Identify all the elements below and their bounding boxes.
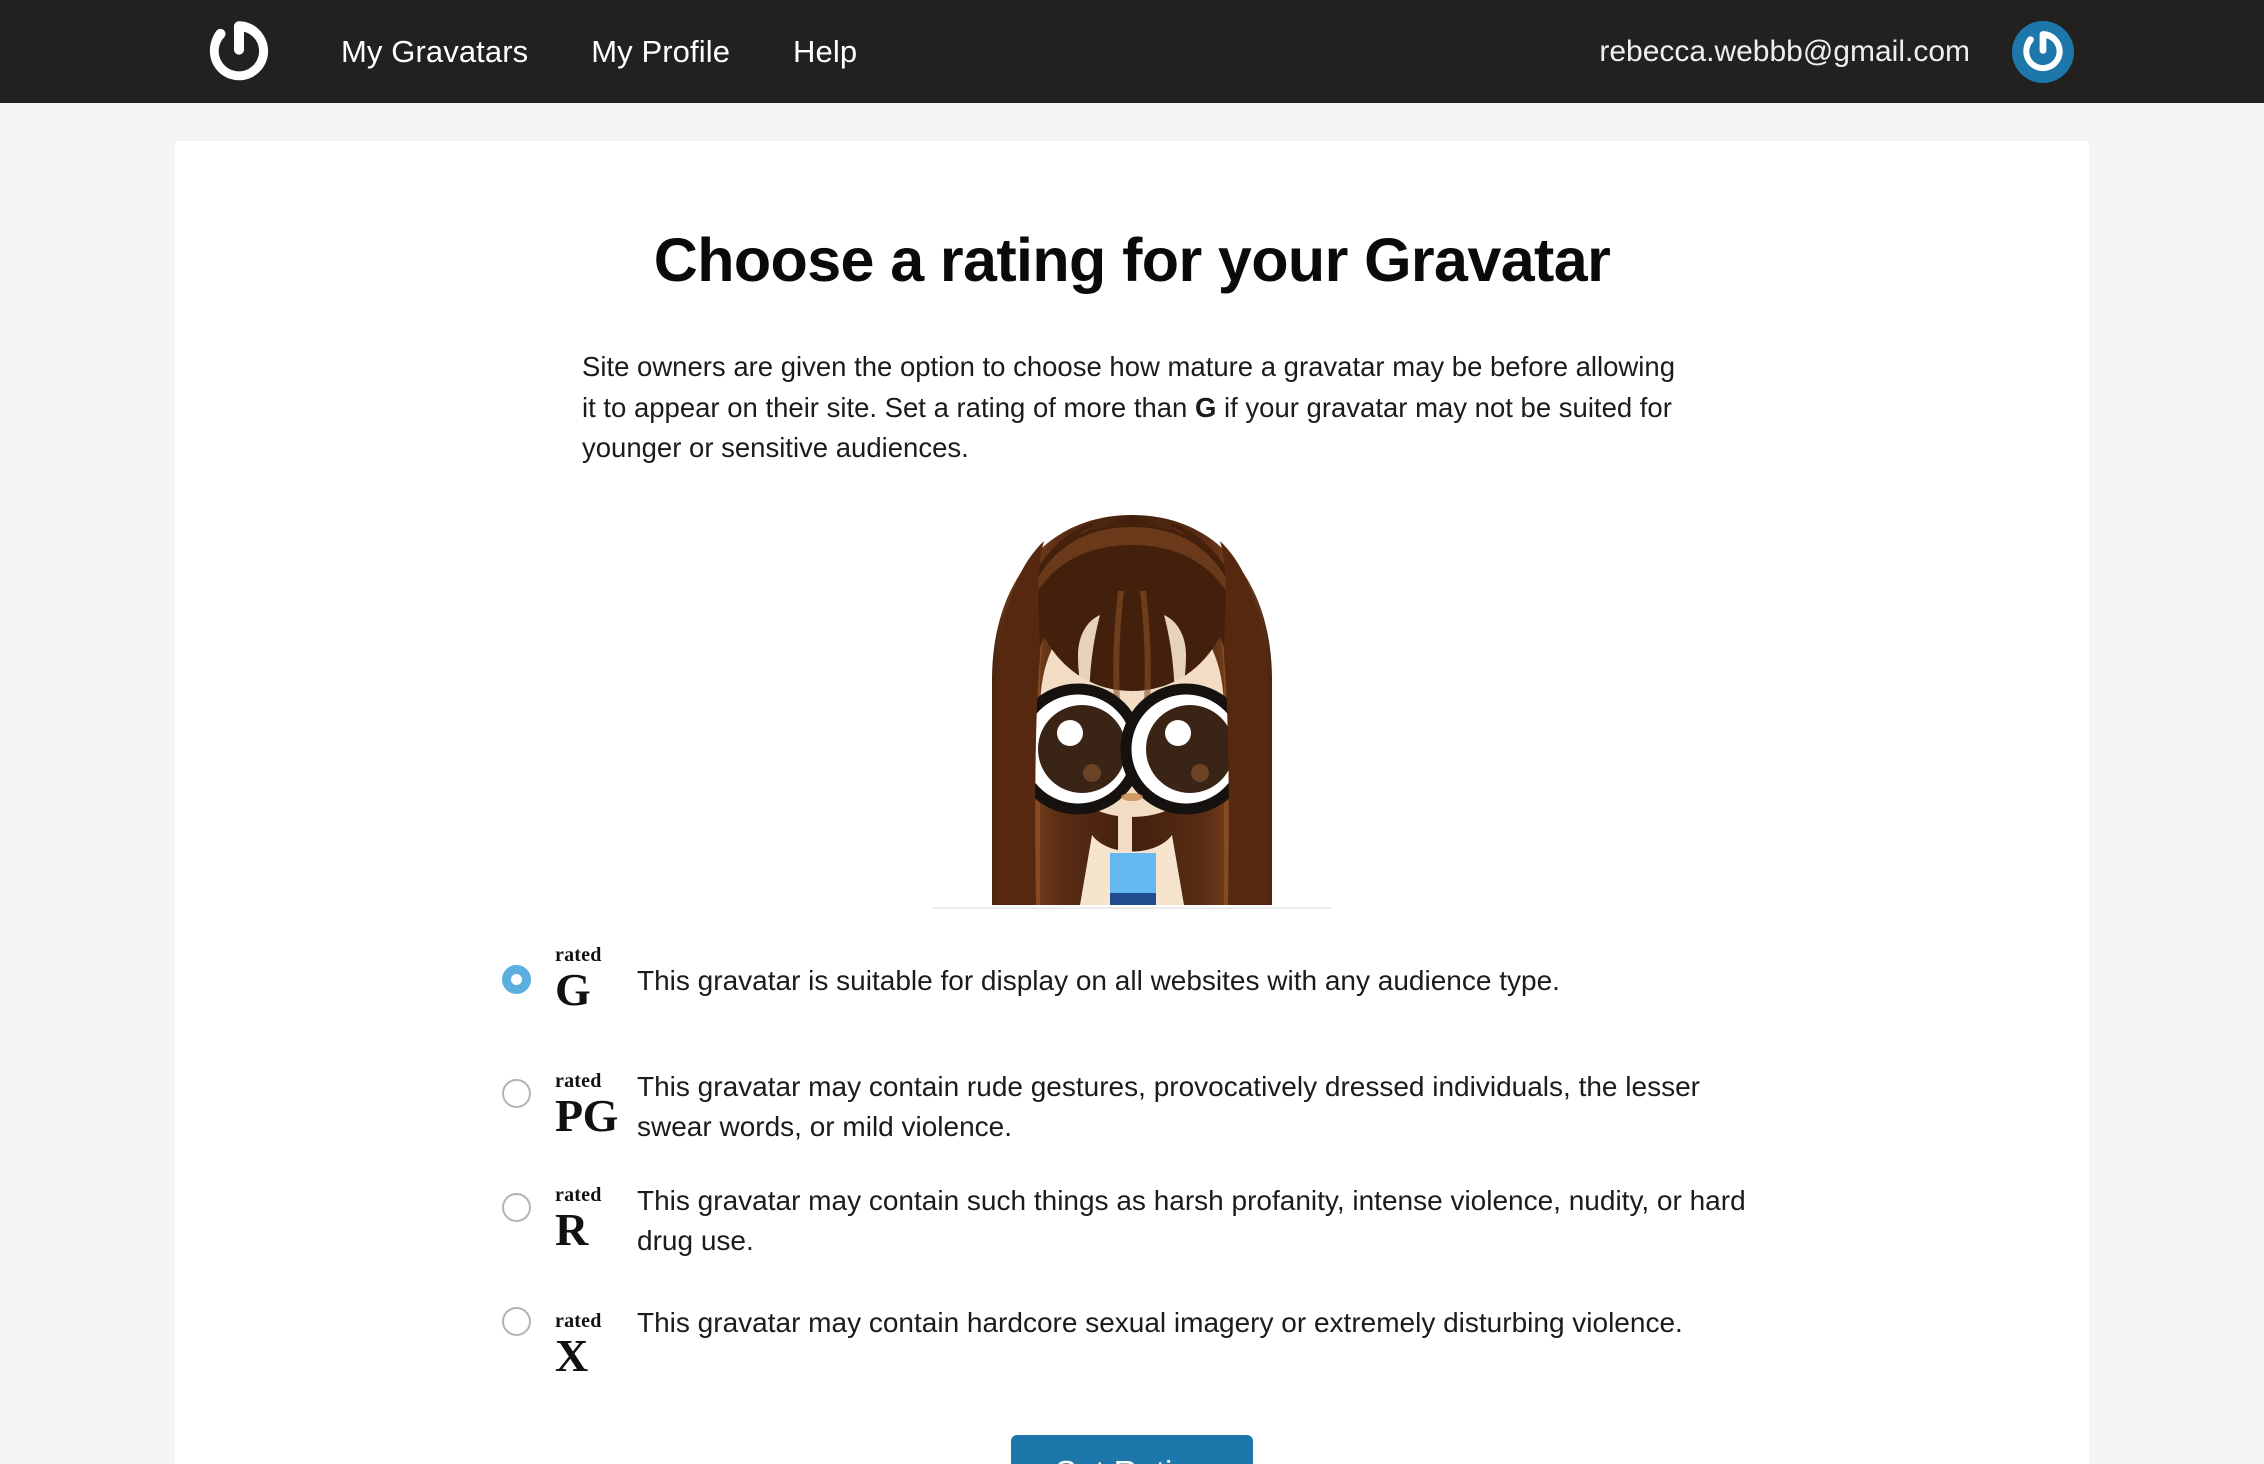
gravatar-logo-icon[interactable] [205, 18, 273, 86]
radio-rating-r[interactable] [502, 1193, 531, 1223]
page-body: Choose a rating for your Gravatar Site o… [0, 103, 2264, 1464]
main-nav: My Gravatars My Profile Help [341, 24, 857, 80]
rating-badge-letter: R [555, 1204, 588, 1256]
account-area: rebecca.webbb@gmail.com [1599, 0, 2074, 103]
rating-badge-pg: rated PG [555, 1057, 629, 1139]
top-navigation-bar: My Gravatars My Profile Help rebecca.web… [0, 0, 2264, 103]
nav-link-my-profile[interactable]: My Profile [591, 24, 730, 80]
submit-area: Set Rating [175, 1435, 2089, 1464]
rating-badge-rated-label: rated [555, 1310, 602, 1333]
intro-bold-g: G [1195, 391, 1217, 423]
nav-link-my-gravatars[interactable]: My Gravatars [341, 24, 528, 80]
rating-badge-rated-label: rated [555, 944, 602, 967]
rating-badge-rated-label: rated [555, 1184, 602, 1207]
rating-badge-rated-label: rated [555, 1070, 602, 1093]
cartoon-girl-avatar-icon [932, 505, 1332, 906]
rating-badge-x: rated X [555, 1285, 629, 1379]
rating-badge-g: rated G [555, 943, 629, 1013]
rating-badge-letter: X [555, 1330, 588, 1382]
rating-option-r[interactable]: rated R This gravatar may contain such t… [502, 1171, 1762, 1263]
rating-description-x: This gravatar may contain hardcore sexua… [637, 1307, 1683, 1339]
rating-badge-letter: G [555, 964, 591, 1016]
rating-option-pg[interactable]: rated PG This gravatar may contain rude … [502, 1057, 1762, 1149]
nav-link-help[interactable]: Help [793, 24, 857, 80]
rating-description-r: This gravatar may contain such things as… [637, 1185, 1746, 1256]
intro-paragraph: Site owners are given the option to choo… [582, 347, 1682, 469]
set-rating-button[interactable]: Set Rating [1010, 1435, 1254, 1464]
rating-badge-letter: PG [555, 1090, 618, 1142]
gravatar-avatar-icon[interactable] [2012, 20, 2074, 83]
rating-card: Choose a rating for your Gravatar Site o… [175, 141, 2089, 1464]
page-title: Choose a rating for your Gravatar [653, 226, 1611, 294]
rating-badge-r: rated R [555, 1171, 629, 1253]
radio-rating-pg[interactable] [502, 1079, 531, 1109]
rating-description-g: This gravatar is suitable for display on… [637, 965, 1560, 997]
rating-options-group: rated G This gravatar is suitable for di… [502, 943, 1762, 1379]
gravatar-avatar-glyph [2023, 30, 2063, 71]
rating-option-g[interactable]: rated G This gravatar is suitable for di… [502, 943, 1762, 1035]
radio-rating-g[interactable] [502, 965, 531, 995]
rating-description-pg: This gravatar may contain rude gestures,… [637, 1071, 1700, 1142]
account-email[interactable]: rebecca.webbb@gmail.com [1599, 35, 1970, 69]
rating-option-x[interactable]: rated X This gravatar may contain hardco… [502, 1285, 1762, 1379]
radio-rating-x[interactable] [502, 1307, 531, 1337]
avatar-preview-wrap [175, 505, 2089, 910]
gravatar-logo-glyph [209, 20, 269, 80]
gravatar-preview-image [932, 505, 1332, 910]
